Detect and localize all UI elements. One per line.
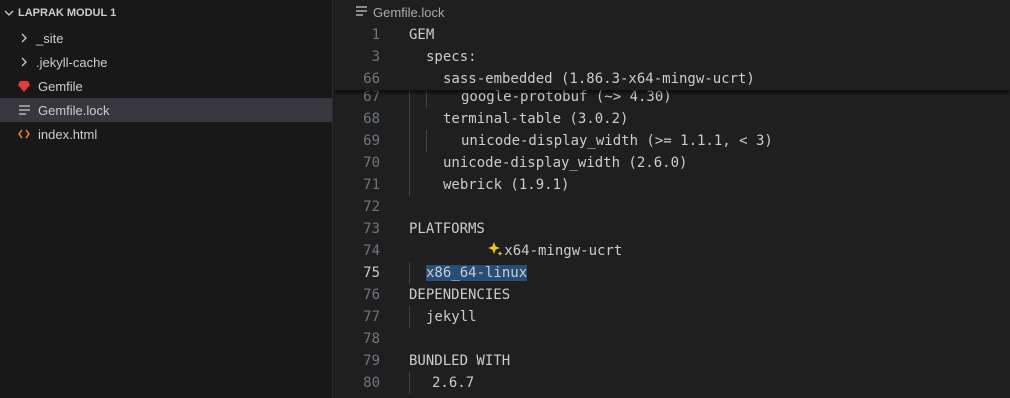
code-line[interactable]: 80 2.6.7 [334, 372, 1010, 394]
code-line[interactable]: 71 webrick (1.9.1) [334, 174, 1010, 196]
explorer-section-title: LAPRAK MODUL 1 [18, 7, 117, 19]
line-number: 66 [363, 71, 380, 87]
ruby-icon [16, 80, 32, 92]
line-number: 70 [363, 155, 380, 171]
code-line[interactable]: 70 unicode-display_width (2.6.0) [334, 152, 1010, 174]
tree-item-jekyll-cache-folder[interactable]: .jekyll-cache [0, 50, 332, 74]
line-text: x64-mingw-ucrt [504, 243, 623, 259]
line-number: 76 [363, 287, 380, 303]
line-number: 69 [363, 133, 380, 149]
line-text: sass-embedded (1.86.3-x64-mingw-ucrt) [443, 71, 755, 87]
line-number: 71 [363, 177, 380, 193]
html-icon [16, 129, 32, 139]
line-number: 68 [363, 111, 380, 127]
chevron-right-icon [16, 33, 32, 43]
tree-item-site-folder[interactable]: _site [0, 26, 332, 50]
code-line[interactable]: 72 [334, 196, 1010, 218]
tree-item-label: .jekyll-cache [36, 54, 108, 70]
line-text: GEM [409, 27, 435, 43]
code-line-active[interactable]: 75 x86_64-linux [334, 262, 1010, 284]
line-text: terminal-table (3.0.2) [443, 111, 629, 127]
breadcrumb: Gemfile.lock [334, 0, 1010, 24]
sticky-line[interactable]: 66 sass-embedded (1.86.3-x64-mingw-ucrt) [334, 68, 1010, 90]
tree-item-index-html[interactable]: index.html [0, 122, 332, 146]
line-text: 2.6.7 [432, 375, 475, 391]
line-text: unicode-display_width (>= 1.1.1, < 3) [461, 133, 773, 149]
sticky-line[interactable]: 3 specs: [334, 46, 1010, 68]
sticky-scroll[interactable]: 1 GEM 3 specs: 66 sass-embedded (1.86.3-… [334, 24, 1010, 90]
line-text: webrick (1.9.1) [443, 177, 570, 193]
line-number: 80 [363, 375, 380, 391]
chevron-down-icon [2, 8, 16, 18]
code-line[interactable]: 69 unicode-display_width (>= 1.1.1, < 3) [334, 130, 1010, 152]
explorer-section-header[interactable]: LAPRAK MODUL 1 [0, 0, 332, 26]
code-lines[interactable]: 67 google-protobuf (~> 4.30) 68 terminal… [334, 86, 1010, 398]
line-number: 74 [363, 243, 380, 259]
line-number: 1 [371, 27, 380, 43]
line-text: DEPENDENCIES [409, 287, 511, 303]
chevron-right-icon [16, 57, 32, 67]
code-line[interactable]: 81 [334, 394, 1010, 398]
code-line[interactable]: 79 BUNDLED WITH [334, 350, 1010, 372]
line-number: 73 [363, 221, 380, 237]
line-number: 72 [363, 199, 380, 215]
line-text: jekyll [426, 309, 477, 325]
tree-item-label: index.html [38, 126, 98, 142]
line-number: 77 [363, 309, 380, 325]
code-line[interactable]: 77 jekyll [334, 306, 1010, 328]
line-number: 78 [363, 331, 380, 347]
tree-item-gemfile[interactable]: Gemfile [0, 74, 332, 98]
line-number: 75 [363, 265, 380, 281]
line-number: 79 [363, 353, 380, 369]
line-text: BUNDLED WITH [409, 353, 511, 369]
lines-icon [356, 5, 367, 19]
tree-item-gemfile-lock[interactable]: Gemfile.lock [0, 98, 332, 122]
breadcrumb-file[interactable]: Gemfile.lock [373, 5, 445, 20]
line-number: 3 [371, 49, 380, 65]
explorer-sidebar: LAPRAK MODUL 1 _site .jekyll-cache Gemfi… [0, 0, 333, 398]
sticky-line[interactable]: 1 GEM [334, 24, 1010, 46]
line-number: 67 [363, 89, 380, 105]
lines-icon [16, 105, 32, 115]
line-text: unicode-display_width (2.6.0) [443, 155, 688, 171]
code-line[interactable]: 68 terminal-table (3.0.2) [334, 108, 1010, 130]
code-line[interactable]: 76 DEPENDENCIES [334, 284, 1010, 306]
tree-item-label: _site [36, 30, 64, 46]
code-line[interactable]: 78 [334, 328, 1010, 350]
line-text: specs: [426, 49, 477, 65]
selected-text[interactable]: x86_64-linux [426, 265, 528, 281]
code-line[interactable]: 74 x64-mingw-ucrt [334, 240, 1010, 262]
tree-item-label: Gemfile [38, 78, 83, 94]
code-editor[interactable]: Gemfile.lock 1 GEM 3 specs: 66 sass-embe… [334, 0, 1010, 398]
tree-item-label: Gemfile.lock [38, 102, 110, 118]
